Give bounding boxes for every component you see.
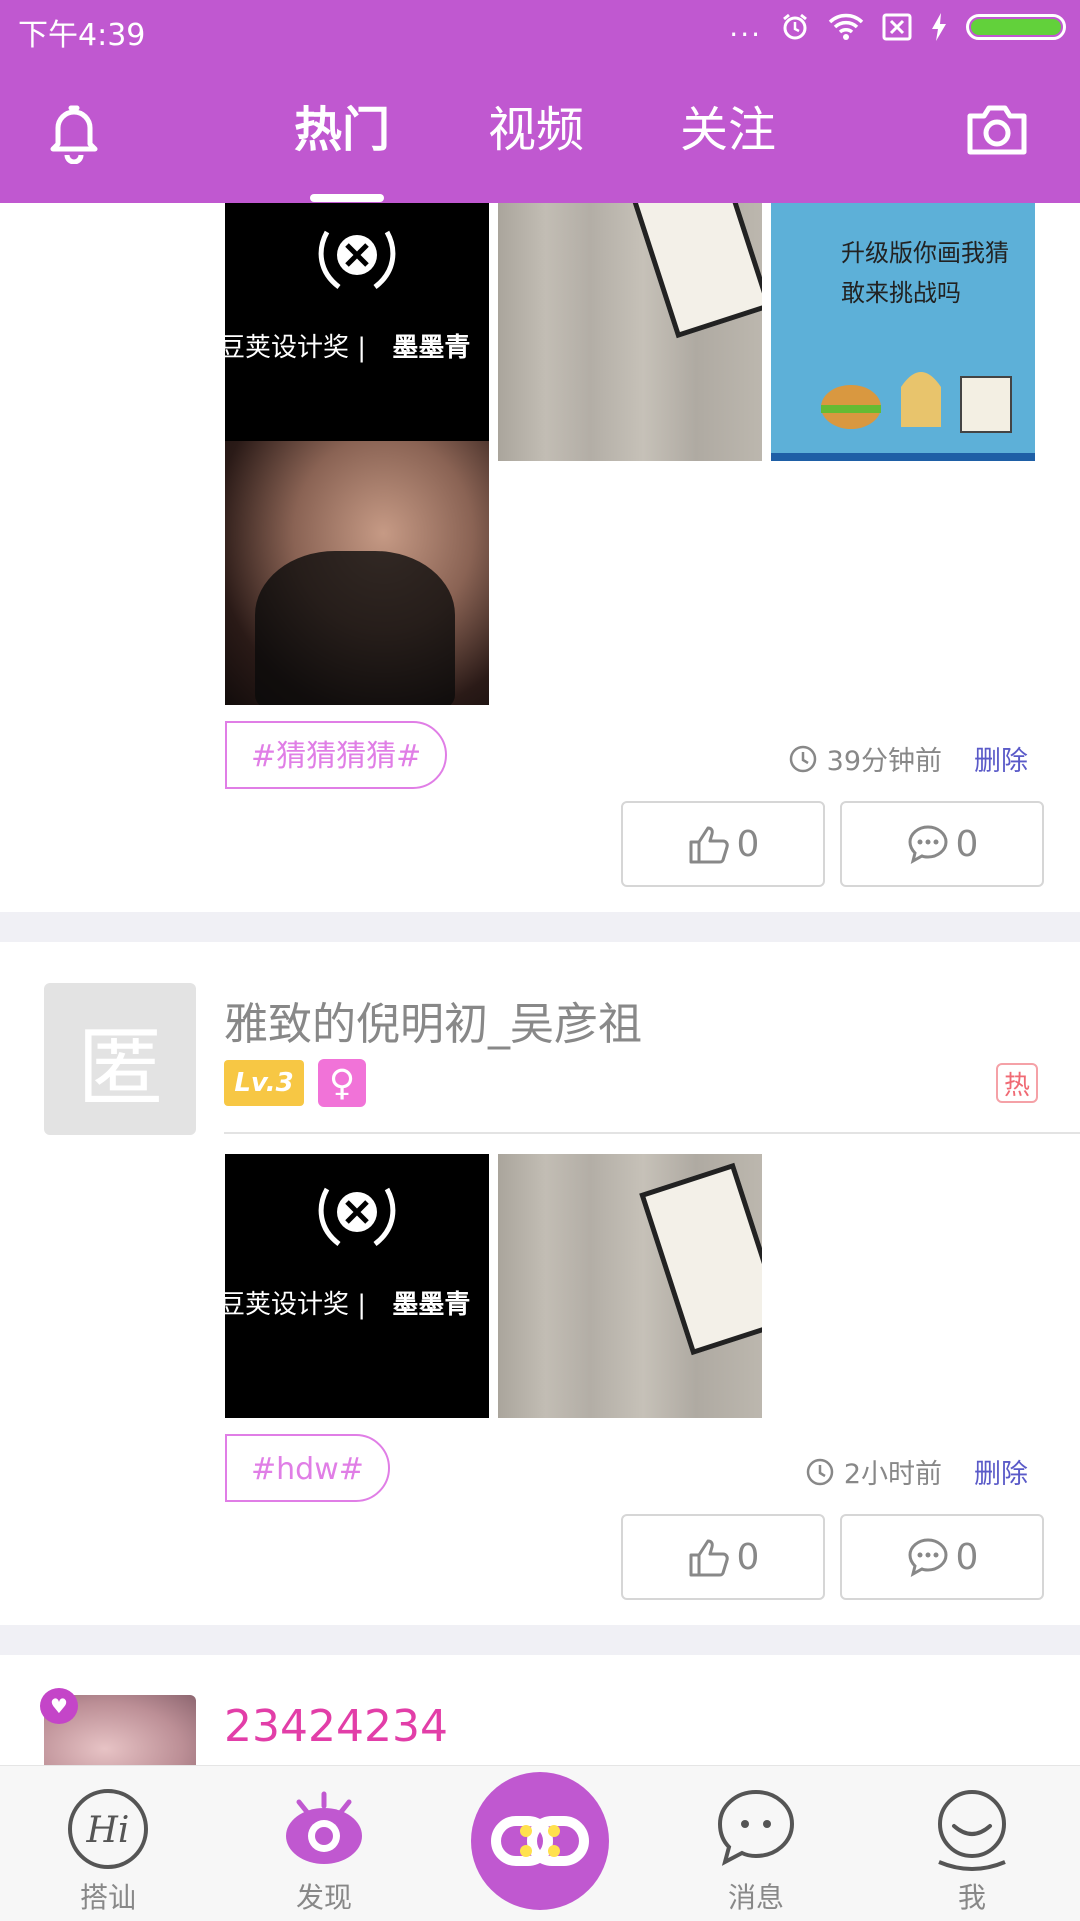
post-meta: 2小时前 删除 (806, 1452, 1028, 1491)
award-laurel-icon (318, 230, 396, 289)
award-caption-separator: | (357, 333, 367, 363)
delete-link[interactable]: 删除 (974, 1452, 1028, 1491)
post-meta: 39分钟前 删除 (789, 739, 1028, 778)
more-dots-icon: ... (729, 10, 762, 43)
nav-me-label: 我 (957, 1881, 986, 1914)
avatar[interactable]: 匿 (44, 983, 196, 1135)
cartoon-food-icon (821, 372, 1012, 433)
alarm-icon (783, 13, 807, 40)
post-time: 39分钟前 (826, 746, 942, 777)
hi-glyph: Hi (86, 1810, 130, 1851)
charging-icon (932, 13, 946, 41)
cartoon-line-2: 敢来挑战吗 (841, 279, 961, 307)
like-count: 0 (736, 1536, 760, 1578)
like-button[interactable]: 0 (621, 1514, 825, 1600)
active-tab-indicator (310, 194, 384, 202)
camera-icon[interactable] (964, 102, 1030, 158)
status-time: 下午4:39 (18, 18, 146, 53)
username[interactable]: 23424234 (224, 1701, 448, 1752)
comment-count: 0 (955, 823, 979, 865)
center-action-button[interactable] (471, 1772, 609, 1910)
award-laurel-icon (318, 1187, 396, 1246)
user-icon (938, 1790, 1006, 1871)
book-shape (624, 203, 762, 339)
divider (224, 1132, 1080, 1134)
delete-link[interactable]: 删除 (974, 739, 1028, 778)
award-caption-separator: | (357, 1290, 367, 1320)
comment-count: 0 (955, 1536, 979, 1578)
post-image-photo[interactable] (225, 441, 489, 705)
nav-hi-label: 搭讪 (79, 1881, 136, 1914)
post-separator (0, 1625, 1080, 1655)
tab-video[interactable]: 视频 (488, 90, 584, 160)
female-icon: ♀ (318, 1059, 366, 1107)
heart-icon: ♥ (40, 1688, 78, 1724)
tab-hot[interactable]: 热门 (294, 90, 390, 160)
nav-discover-label: 发现 (295, 1881, 352, 1914)
clock-icon (789, 745, 816, 772)
post-image-award[interactable]: 豆荚设计奖 | 墨墨青 (225, 203, 489, 461)
nav-hi[interactable]: Hi 搭讪 (38, 1786, 178, 1916)
like-count: 0 (736, 823, 760, 865)
eye-icon (286, 1791, 362, 1864)
post-image-award[interactable]: 豆荚设计奖 | 墨墨青 (225, 1154, 489, 1418)
comment-icon (908, 1538, 948, 1577)
clock-icon (806, 1458, 834, 1485)
award-caption: 豆荚设计奖 (225, 1290, 350, 1320)
nav-discover[interactable]: 发现 (254, 1786, 394, 1916)
thumbs-up-icon (689, 1539, 729, 1577)
book-shape (639, 1162, 762, 1356)
hot-badge: 热 (996, 1063, 1038, 1103)
cartoon-line-1: 升级版你画我猜 (841, 239, 1009, 267)
award-caption-brand: 墨墨青 (392, 333, 471, 363)
post-tag[interactable]: #猜猜猜猜# (225, 721, 448, 789)
post-image-cartoon[interactable]: 升级版你画我猜 敢来挑战吗 (771, 203, 1035, 461)
hi-icon: Hi (68, 1789, 148, 1869)
like-button[interactable]: 0 (621, 801, 825, 887)
wifi-icon (828, 13, 864, 40)
feed[interactable]: 豆荚设计奖 | 墨墨青 升级版你画我猜 敢来挑战吗 #猜猜猜猜# 39分钟前 删除… (0, 203, 1080, 1765)
nav-messages[interactable]: 消息 (686, 1786, 826, 1916)
chat-icon (717, 1789, 795, 1866)
top-bar: 下午4:39 ... 热门 视频 关注 (0, 0, 1080, 203)
sim-off-icon (882, 13, 912, 41)
link-icon (491, 1816, 589, 1866)
level-badge: Lv.3 (224, 1060, 304, 1106)
status-bar: 下午4:39 ... (0, 0, 1080, 60)
post-separator (0, 912, 1080, 942)
award-caption-brand: 墨墨青 (392, 1290, 471, 1320)
battery-icon (966, 14, 1066, 40)
post-time: 2小时前 (843, 1459, 942, 1490)
username[interactable]: 雅致的倪明初_吴彦祖 (224, 988, 642, 1052)
award-caption: 豆荚设计奖 (225, 333, 350, 363)
post-image-desk[interactable] (498, 203, 762, 461)
thumbs-up-icon (689, 826, 729, 864)
nav-messages-label: 消息 (727, 1881, 784, 1914)
post-tag[interactable]: #hdw# (225, 1434, 390, 1502)
comment-button[interactable]: 0 (840, 801, 1044, 887)
header: 热门 视频 关注 (0, 60, 1080, 203)
tab-follow[interactable]: 关注 (680, 90, 776, 160)
status-icons: ... (729, 12, 1066, 42)
bell-icon[interactable] (44, 100, 104, 164)
post-image-desk[interactable] (498, 1154, 762, 1418)
nav-me[interactable]: 我 (902, 1786, 1042, 1916)
comment-icon (908, 825, 948, 864)
comment-button[interactable]: 0 (840, 1514, 1044, 1600)
